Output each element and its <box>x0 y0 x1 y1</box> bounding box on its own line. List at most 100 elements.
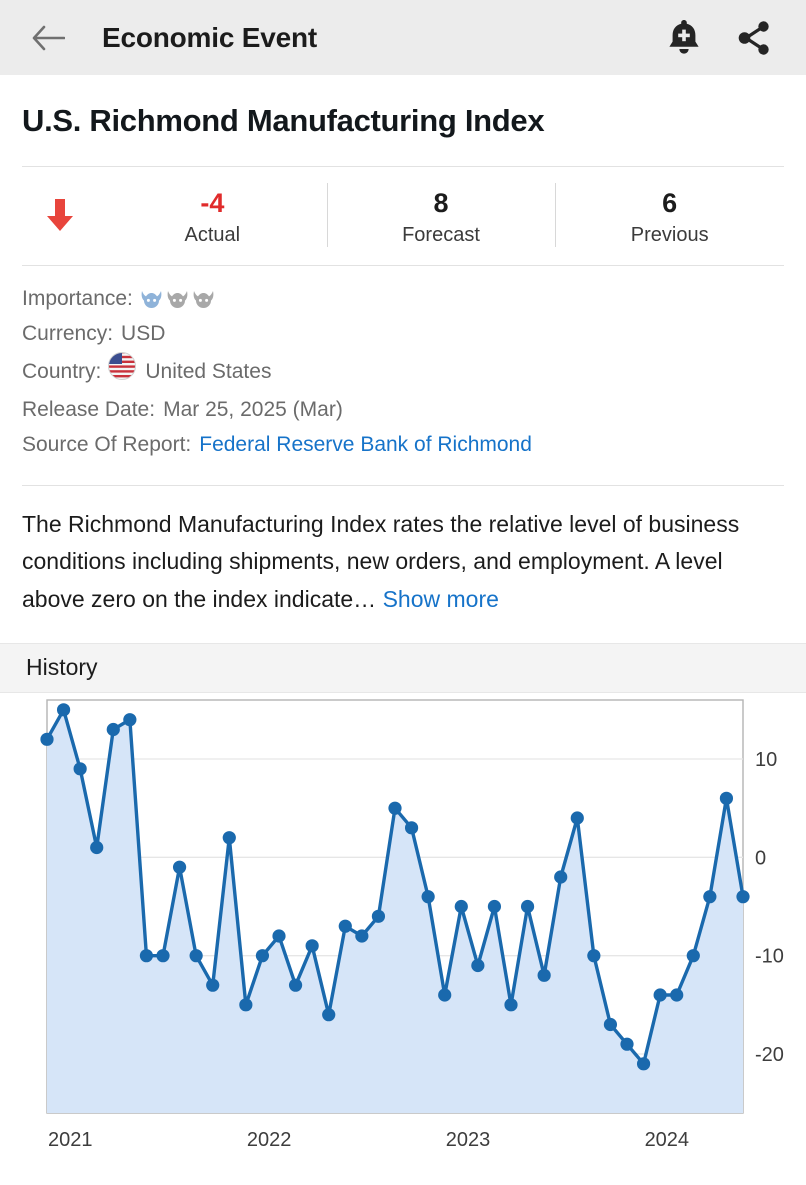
economic-event-screen: Economic Event U.S. Richmond Manufacturi… <box>0 0 806 1185</box>
chart-data-point <box>504 998 518 1012</box>
meta-currency-value: USD <box>121 321 166 345</box>
chart-data-point <box>620 1037 634 1051</box>
meta-source: Source Of Report: Federal Reserve Bank o… <box>22 428 784 463</box>
description-section: The Richmond Manufacturing Index rates t… <box>0 486 806 618</box>
chart-data-point <box>736 889 750 904</box>
meta-source-link[interactable]: Federal Reserve Bank of Richmond <box>199 428 532 463</box>
stat-previous: 6 Previous <box>555 181 784 249</box>
meta-source-label: Source Of Report: <box>22 433 192 457</box>
meta-currency: Currency: USD <box>22 317 784 352</box>
chart-data-point <box>56 703 71 717</box>
chart-data-point <box>355 929 369 943</box>
chart-data-point <box>239 998 253 1012</box>
meta-importance-label: Importance: <box>22 286 133 310</box>
meta-country: Country: United States <box>22 351 784 393</box>
chart-data-point <box>520 899 535 913</box>
chart-data-point <box>636 1057 651 1071</box>
chart-data-point <box>371 909 386 923</box>
chart-data-point <box>106 722 120 736</box>
stat-forecast-label: Forecast <box>402 223 480 246</box>
chart-data-point <box>189 948 203 963</box>
chart-ytick-label: 10 <box>755 749 777 771</box>
chart-data-point <box>139 948 154 963</box>
down-arrow-icon <box>47 198 73 231</box>
chart-data-point <box>172 860 187 874</box>
history-label: History <box>26 654 98 681</box>
meta-release-date: Release Date: Mar 25, 2025 (Mar) <box>22 393 784 428</box>
chart-xtick-label: 2024 <box>645 1129 690 1151</box>
chart-data-point <box>288 978 303 992</box>
meta-section: Importance: Currency: USD Country: Unite… <box>0 266 806 463</box>
stats-row: -4 Actual 8 Forecast 6 Previous <box>0 167 806 265</box>
bull-head-icon <box>167 290 188 308</box>
back-arrow-icon <box>32 25 65 50</box>
chart-ytick-label: 0 <box>755 847 766 869</box>
direction-indicator <box>22 197 98 233</box>
chart-data-point <box>272 929 286 943</box>
description-text: The Richmond Manufacturing Index rates t… <box>22 511 740 612</box>
importance-rating <box>140 289 215 310</box>
chart-ytick-label: -20 <box>755 1044 784 1066</box>
chart-data-point <box>206 978 220 992</box>
chart-data-point <box>670 988 684 1002</box>
chart-xtick-label: 2022 <box>247 1129 292 1151</box>
chart-data-point <box>570 811 584 825</box>
chart-data-point <box>587 948 601 963</box>
chart-data-point <box>686 948 700 963</box>
stat-previous-label: Previous <box>630 223 709 246</box>
stat-actual-value: -4 <box>200 188 225 218</box>
app-header: Economic Event <box>0 0 806 75</box>
chart-data-point <box>653 988 667 1002</box>
chart-data-point <box>703 889 717 904</box>
chart-data-point <box>90 840 104 854</box>
chart-data-point <box>388 801 402 815</box>
chart-data-point <box>40 732 54 746</box>
meta-country-label: Country: <box>22 359 102 383</box>
chart-data-point <box>487 899 502 913</box>
add-alert-button[interactable] <box>658 12 710 64</box>
chart-data-point <box>537 968 551 982</box>
page-title: Economic Event <box>102 21 318 53</box>
chart-xtick-label: 2023 <box>446 1129 491 1151</box>
history-chart-svg[interactable]: 10 0 -10 -20 2021 2022 2023 2024 <box>0 693 806 1163</box>
meta-importance: Importance: <box>22 282 784 317</box>
chart-data-point <box>719 791 734 805</box>
bell-plus-icon <box>669 19 699 54</box>
chart-data-point <box>454 899 468 913</box>
chart-data-point <box>404 821 419 835</box>
chart-data-point <box>255 948 270 963</box>
event-title: U.S. Richmond Manufacturing Index <box>22 103 545 138</box>
meta-country-value: United States <box>145 359 272 383</box>
chart-data-point <box>123 712 137 727</box>
chart-data-point <box>338 919 352 933</box>
chart-data-point <box>421 889 435 904</box>
meta-release-value: Mar 25, 2025 (Mar) <box>163 398 343 422</box>
chart-data-point <box>156 948 170 963</box>
chart-data-point <box>603 1017 618 1031</box>
stat-actual-label: Actual <box>184 223 241 246</box>
history-chart[interactable]: 10 0 -10 -20 2021 2022 2023 2024 <box>0 693 806 1163</box>
meta-release-label: Release Date: <box>22 398 156 422</box>
chart-data-point <box>471 958 485 972</box>
share-button[interactable] <box>728 12 780 64</box>
chart-data-point <box>322 1007 336 1022</box>
stat-previous-value: 6 <box>662 188 678 218</box>
chart-data-point <box>73 762 87 776</box>
bull-head-icon <box>141 290 162 308</box>
stat-forecast-value: 8 <box>433 188 449 218</box>
chart-data-point <box>438 988 452 1002</box>
share-icon <box>738 20 769 55</box>
back-button[interactable] <box>26 16 70 60</box>
chart-data-point <box>554 870 568 884</box>
us-flag-icon <box>107 351 137 393</box>
bull-head-icon <box>193 290 214 308</box>
stat-forecast: 8 Forecast <box>326 181 556 249</box>
history-section-header: History <box>0 642 806 693</box>
chart-data-point <box>222 830 236 845</box>
meta-currency-label: Currency: <box>22 321 114 345</box>
stat-actual: -4 Actual <box>98 181 327 249</box>
chart-ytick-label: -10 <box>755 945 784 967</box>
chart-xtick-label: 2021 <box>48 1129 93 1151</box>
chart-data-point <box>305 939 319 953</box>
show-more-link[interactable]: Show more <box>383 586 499 612</box>
